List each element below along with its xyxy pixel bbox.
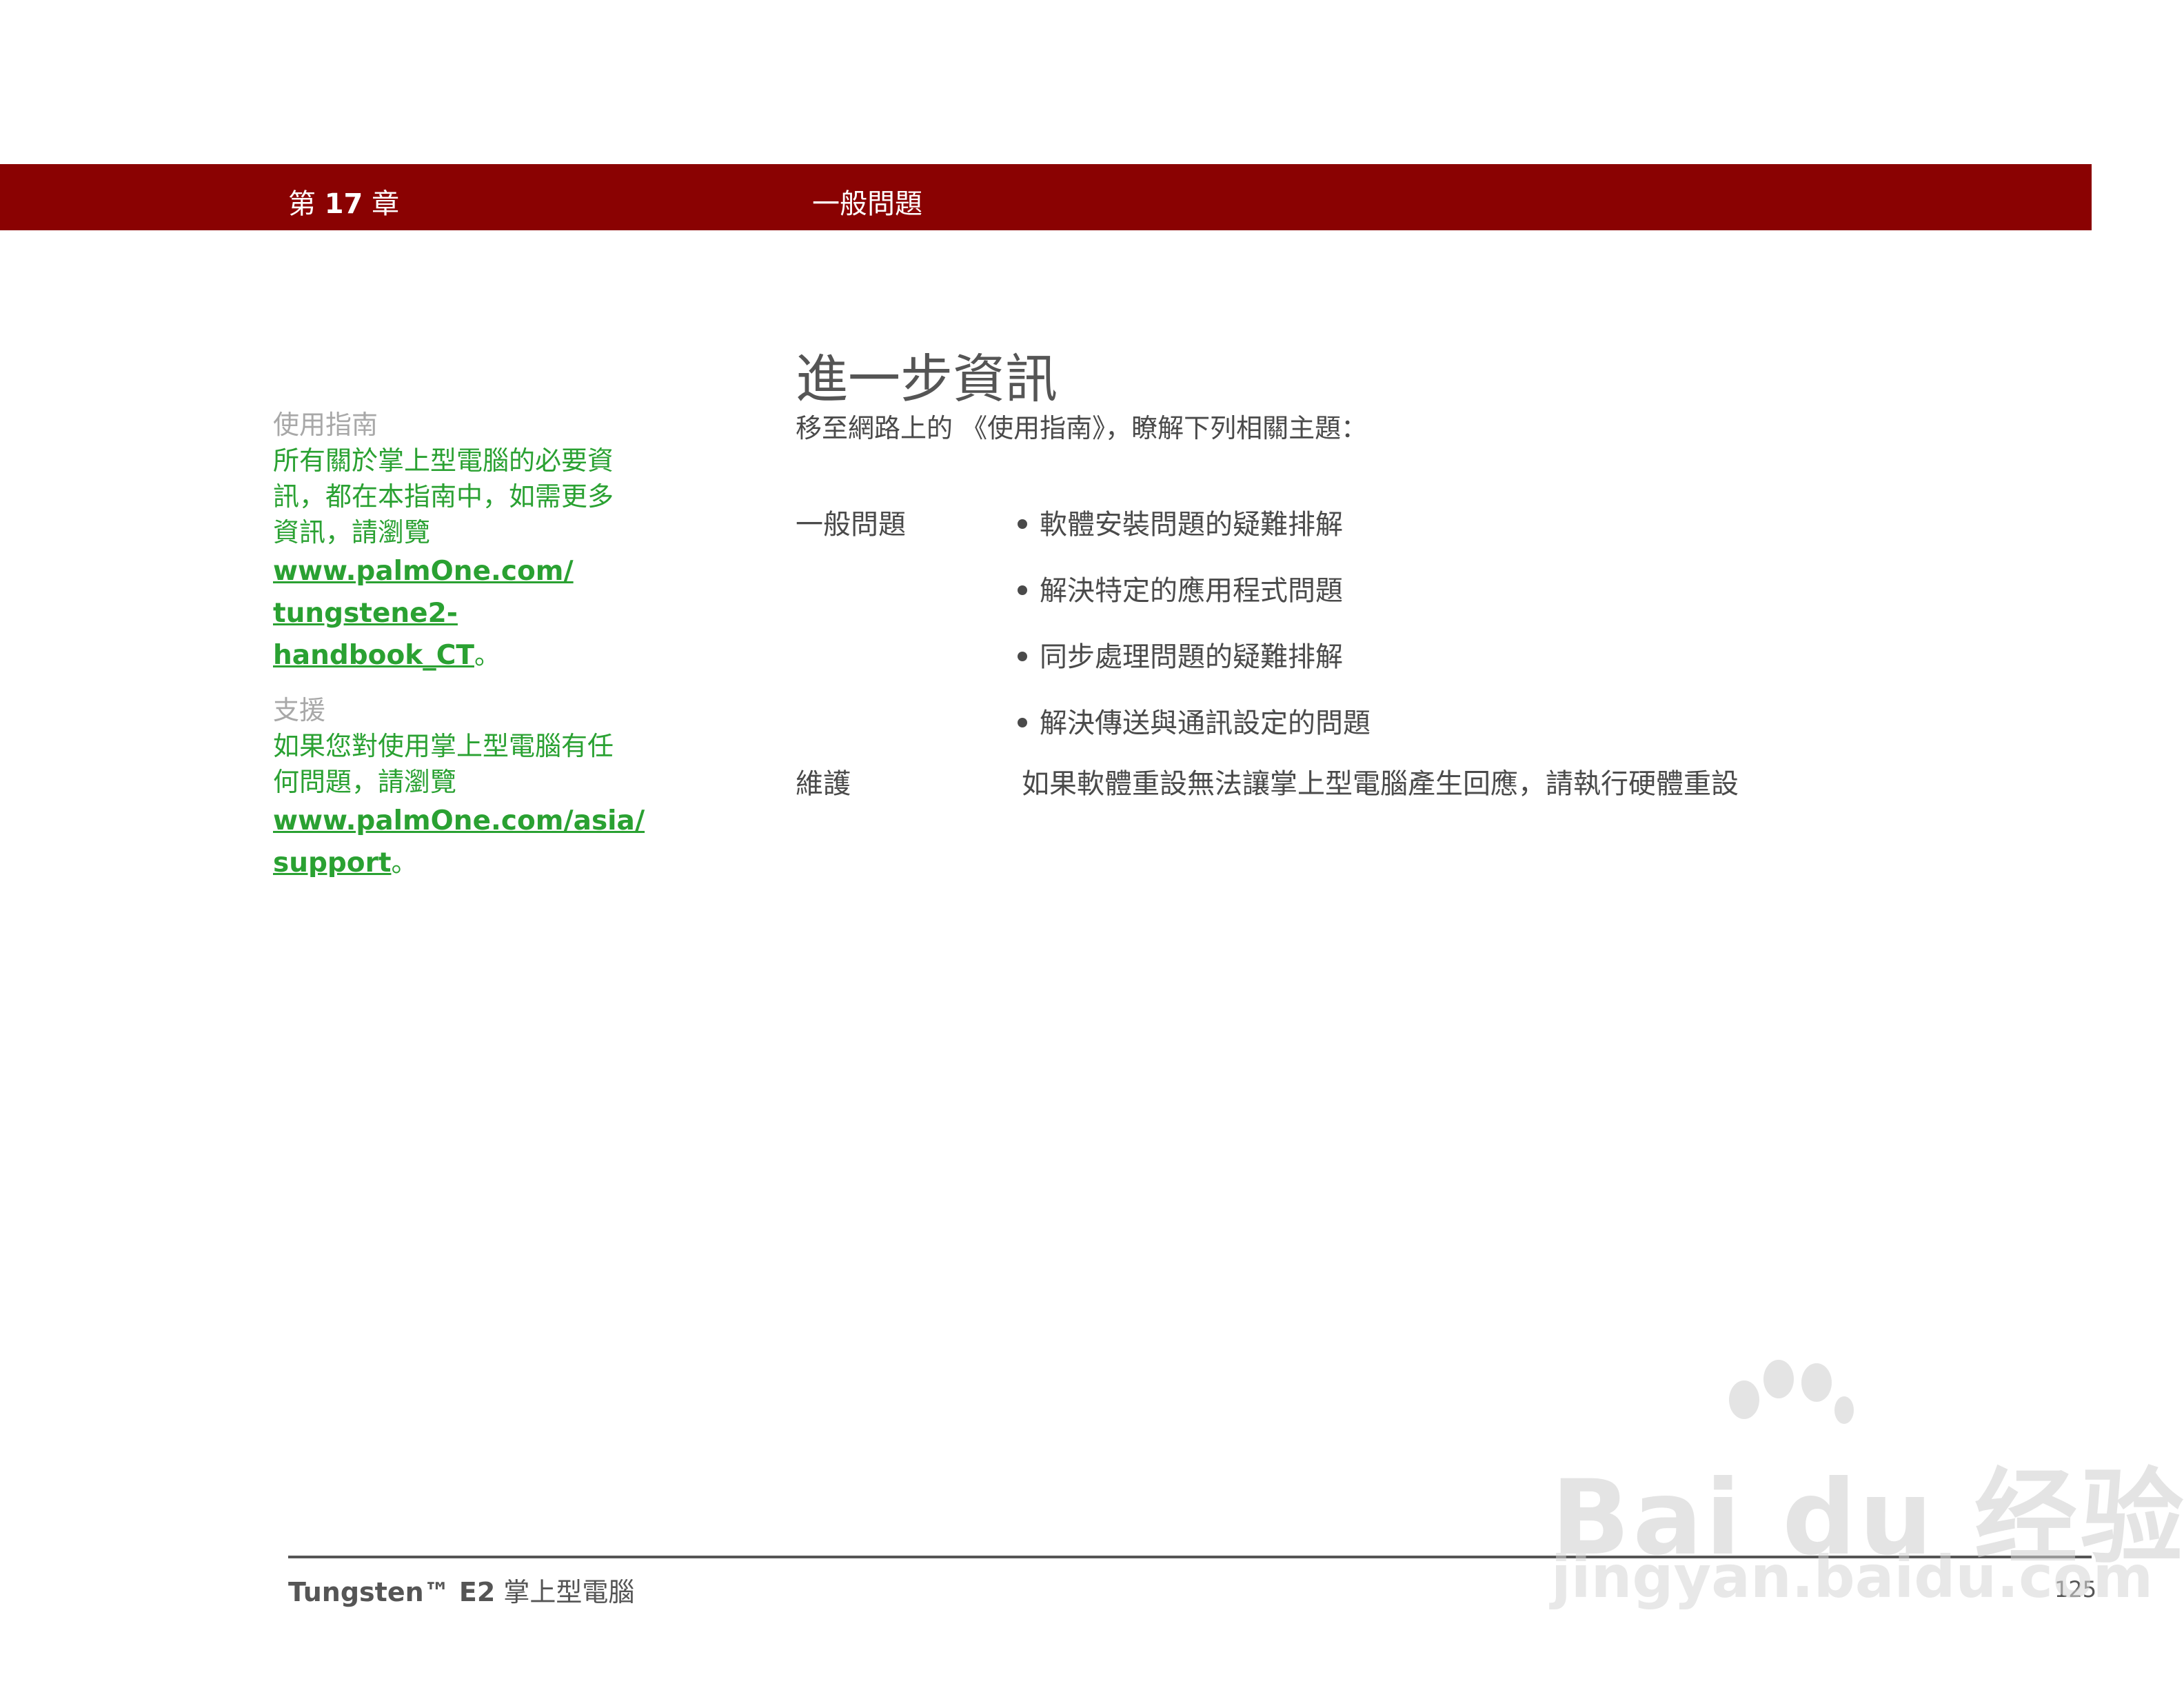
handbook-link-part1[interactable]: www.palmOne.com/ (273, 556, 574, 587)
sidebar-support-heading: 支援 (273, 695, 326, 725)
sidebar-guide-link-row-2: tungstene2-handbook_CT。 (273, 592, 645, 676)
watermark-url: jingyan.baidu.com (1551, 1543, 2154, 1611)
sidebar-guide: 使用指南 所有關於掌上型電腦的必要資 訊，都在本指南中，如需更多 資訊，請瀏覽 … (273, 407, 645, 676)
sidebar-support: 支援 如果您對使用掌上型電腦有任 何問題，請瀏覽 www.palmOne.com… (273, 692, 645, 884)
list-item-text: 解決傳送與通訊設定的問題 (1040, 707, 1371, 739)
sidebar-guide-link-row-1: www.palmOne.com/ (273, 550, 645, 592)
baidu-watermark: Bai du 经验 jingyan.baidu.com (1551, 1358, 2184, 1614)
row-label-general: 一般問題 (796, 509, 906, 541)
support-link-part1[interactable]: www.palmOne.com/asia/ (273, 805, 645, 836)
section-intro: 移至網路上的 《使用指南》，瞭解下列相關主題： (796, 413, 1368, 443)
chapter-number-value: 17 (324, 188, 363, 220)
bullet-icon (1018, 585, 1027, 595)
bullet-icon (1018, 718, 1027, 727)
maintenance-text: 如果軟體重設無法讓掌上型電腦產生回應，請執行硬體重設 (1022, 768, 1739, 800)
footer-product-suffix: 掌上型電腦 (503, 1577, 635, 1607)
sidebar-guide-text-1: 所有關於掌上型電腦的必要資 (273, 445, 614, 476)
support-link-part2[interactable]: support (273, 847, 391, 878)
sidebar-guide-heading: 使用指南 (273, 410, 378, 440)
sidebar-support-text-1: 如果您對使用掌上型電腦有任 (273, 731, 614, 761)
sidebar-support-end-punct: 。 (391, 847, 418, 878)
list-item-text: 軟體安裝問題的疑難排解 (1040, 509, 1343, 541)
row-label-maintenance: 維護 (796, 768, 851, 800)
bullet-icon (1018, 652, 1027, 661)
chapter-prefix: 第 (288, 188, 316, 220)
sidebar-support-link-row-2: support。 (273, 842, 645, 884)
section-title: 進一步資訊 (796, 348, 1058, 410)
bullet-icon (1018, 519, 1027, 529)
sidebar-guide-text-2: 訊，都在本指南中，如需更多 (273, 481, 614, 512)
list-item: 同步處理問題的疑難排解 (1018, 634, 1343, 674)
sidebar-guide-text-3: 資訊，請瀏覽 (273, 517, 431, 547)
chapter-suffix: 章 (372, 188, 400, 220)
list-item-text: 解決特定的應用程式問題 (1040, 575, 1343, 607)
footer-product-name: Tungsten™ E2 (288, 1577, 496, 1607)
footer-product: Tungsten™ E2 掌上型電腦 (288, 1571, 634, 1609)
list-item: 解決特定的應用程式問題 (1018, 568, 1343, 608)
chapter-title: 一般問題 (812, 188, 922, 220)
chapter-number: 第 17 章 (288, 181, 399, 221)
list-item: 軟體安裝問題的疑難排解 (1018, 502, 1343, 542)
list-item-text: 同步處理問題的疑難排解 (1040, 641, 1343, 673)
sidebar-support-link-row-1: www.palmOne.com/asia/ (273, 800, 645, 842)
list-item: 解決傳送與通訊設定的問題 (1018, 701, 1371, 741)
sidebar-guide-end-punct: 。 (474, 640, 501, 670)
handbook-link-part2[interactable]: tungstene2-handbook_CT (273, 598, 474, 671)
sidebar-support-text-2: 何問題，請瀏覽 (273, 767, 457, 797)
